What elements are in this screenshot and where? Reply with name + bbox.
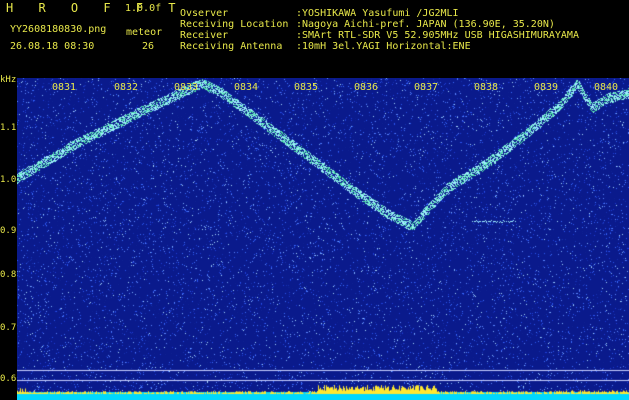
info-value-location: :Nagoya Aichi-pref. JAPAN (136.90E, 35.2… [296, 19, 555, 30]
y-axis-unit: kHz [0, 75, 17, 85]
meteor-count: 26 [142, 41, 155, 52]
x-tick-label: 0835 [294, 82, 319, 93]
spectrogram-plot [17, 78, 629, 400]
y-tick-label: 0.9 [0, 226, 17, 236]
y-tick-label: 1.0 [0, 175, 17, 185]
y-tick-label: 0.7 [0, 323, 17, 333]
y-tick-label: 0.8 [0, 270, 17, 280]
y-tick-label: 0.6 [0, 374, 17, 384]
info-label-observer: Ovserver [180, 8, 229, 19]
capture-datetime: 26.08.18 08:30 [10, 41, 95, 52]
info-value-antenna: :10mH 3el.YAGI Horizontal:ENE [296, 41, 471, 52]
x-tick-label: 0832 [114, 82, 139, 93]
x-tick-label: 0840 [594, 82, 619, 93]
x-tick-label: 0833 [174, 82, 199, 93]
y-tick-label: 1.1 [0, 123, 17, 133]
app-version: 1.0.0f [125, 3, 162, 14]
meteor-label: meteor [126, 27, 163, 38]
x-tick-label: 0834 [234, 82, 259, 93]
x-tick-label: 0831 [52, 82, 77, 93]
info-label-receiver: Receiver [180, 30, 229, 41]
x-tick-label: 0837 [414, 82, 439, 93]
x-tick-label: 0836 [354, 82, 379, 93]
image-filename: YY2608180830.png [10, 24, 107, 35]
hrofft-spectrogram-window: H R O F F T 1.0.0f YY2608180830.png mete… [0, 0, 629, 400]
info-value-receiver: :SMArt RTL-SDR V5 52.905MHz USB HIGASHIM… [296, 30, 579, 41]
info-label-location: Receiving Location [180, 19, 289, 30]
info-label-antenna: Receiving Antenna [180, 41, 283, 52]
x-tick-label: 0838 [474, 82, 499, 93]
x-tick-label: 0839 [534, 82, 559, 93]
info-value-observer: :YOSHIKAWA Yasufumi /JG2MLI [296, 8, 459, 19]
